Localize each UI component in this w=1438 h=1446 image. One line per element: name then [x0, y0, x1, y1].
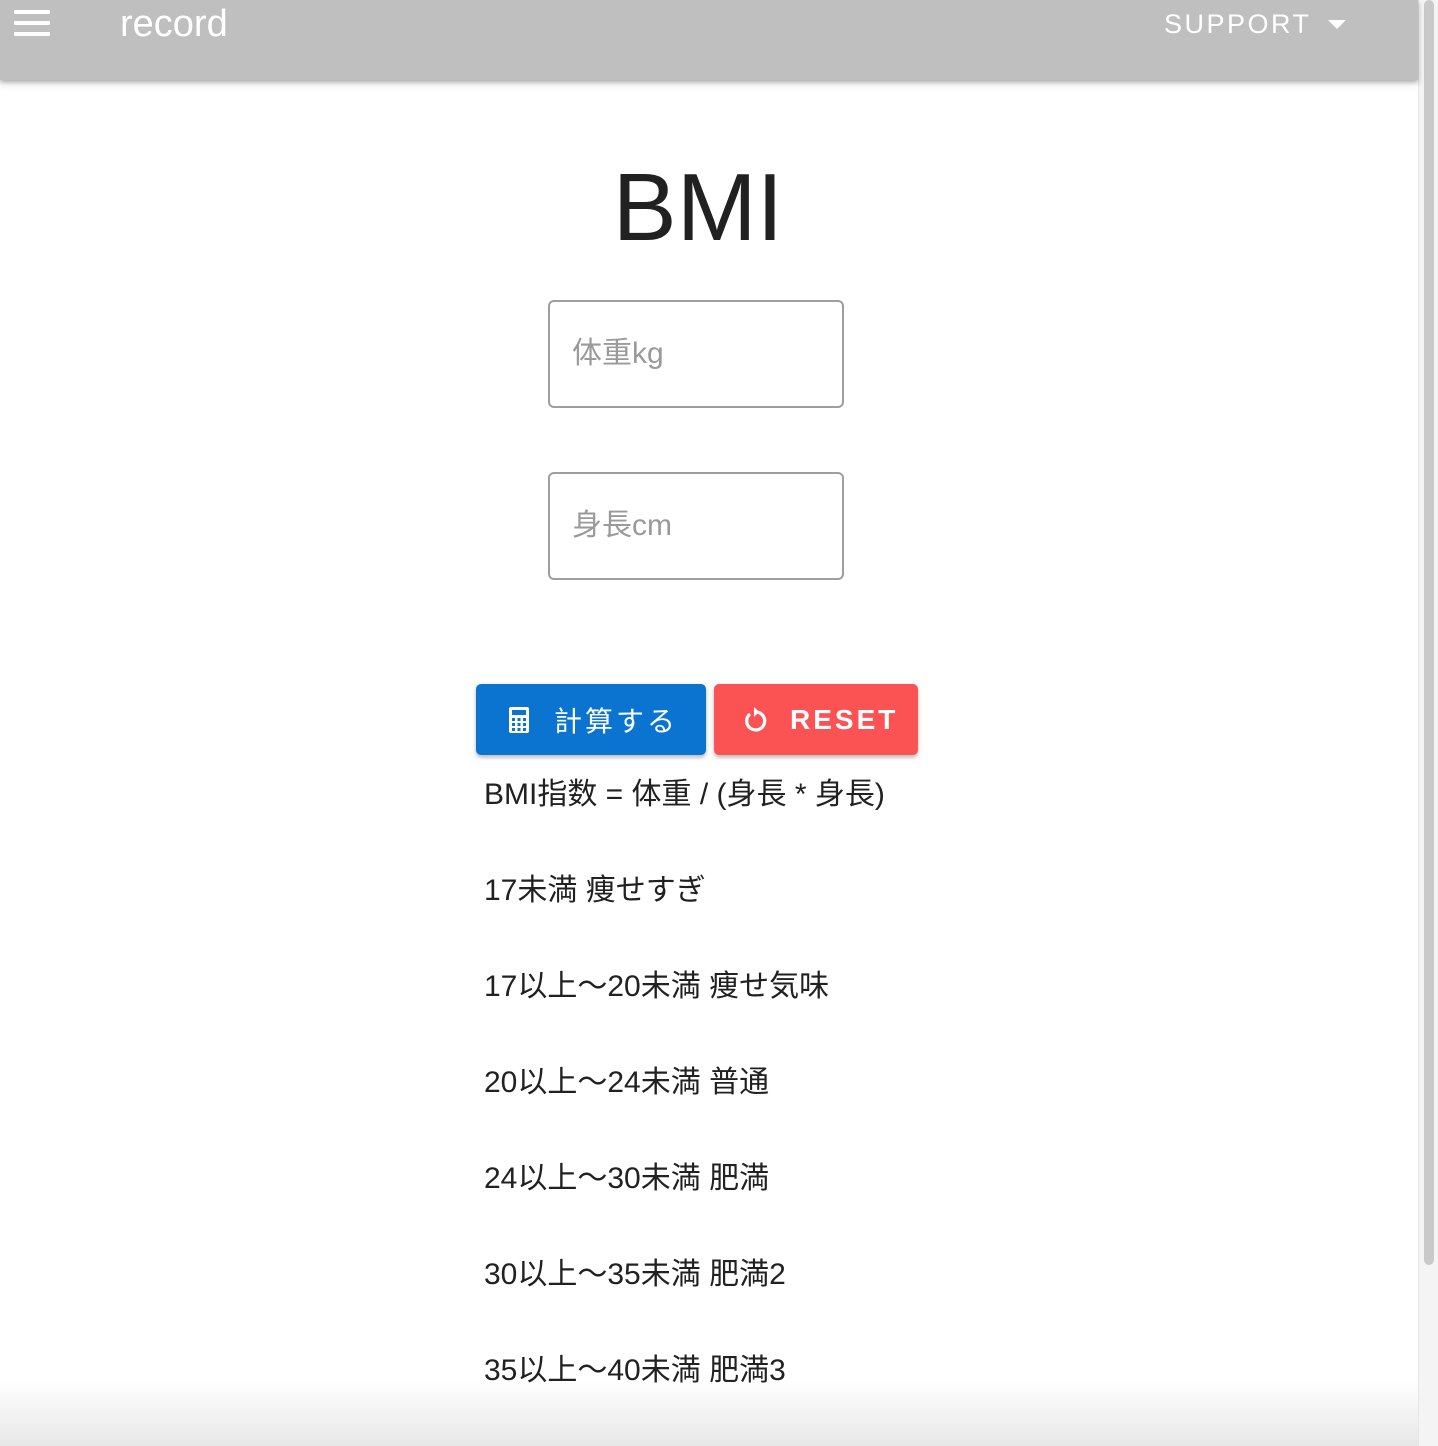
page-title: BMI	[612, 154, 784, 261]
support-label: SUPPORT	[1164, 8, 1312, 39]
height-field[interactable]	[548, 472, 844, 580]
reset-button-label: RESET	[790, 703, 899, 735]
bmi-category: 17未満 痩せすぎ	[484, 874, 706, 907]
reset-button[interactable]: RESET	[714, 684, 918, 755]
bmi-formula: BMI指数 = 体重 / (身長 * 身長)	[484, 778, 885, 811]
height-input[interactable]	[550, 474, 842, 578]
bmi-category: 30以上～35未満 肥満2	[484, 1258, 786, 1291]
app-title: record	[120, 3, 228, 45]
support-menu-button[interactable]: SUPPORT	[1164, 6, 1346, 42]
weight-input[interactable]	[550, 302, 842, 406]
weight-field[interactable]	[548, 300, 844, 408]
bmi-category: 35以上～40未満 肥満3	[484, 1354, 786, 1387]
bmi-category: 20以上～24未満 普通	[484, 1066, 770, 1099]
calculator-icon	[506, 705, 532, 735]
bmi-category: 17以上～20未満 痩せ気味	[484, 970, 830, 1003]
restart-icon	[742, 705, 768, 735]
bmi-category: 24以上～30未満 肥満	[484, 1162, 770, 1195]
calculate-button[interactable]: 計算する	[476, 684, 706, 755]
app-bar: record SUPPORT	[0, 0, 1418, 80]
calculate-button-label: 計算する	[554, 705, 679, 737]
hamburger-menu-icon[interactable]	[14, 10, 50, 38]
caret-down-icon	[1327, 19, 1346, 29]
scrollbar-thumb[interactable]	[1424, 0, 1434, 1265]
